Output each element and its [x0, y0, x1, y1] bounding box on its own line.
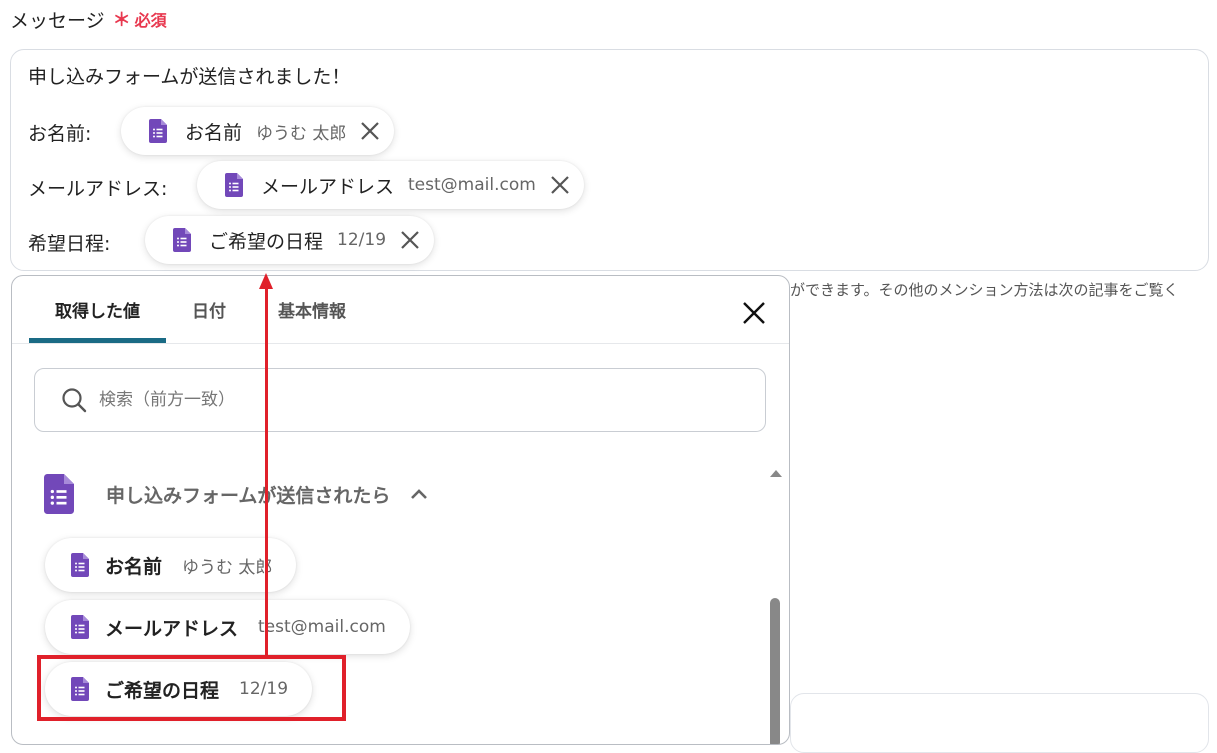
search-input[interactable]	[97, 389, 701, 411]
annotation-arrow-head	[259, 273, 273, 289]
google-forms-icon	[71, 553, 89, 577]
item-name: メールアドレス	[105, 617, 239, 640]
message-field-label-row: メッセージ ＊ 必須	[10, 5, 167, 33]
google-forms-icon	[225, 173, 243, 197]
close-icon[interactable]	[739, 298, 769, 328]
google-forms-icon	[71, 615, 89, 639]
group-header[interactable]: 申し込みフォームが送信されたら	[44, 474, 428, 514]
google-forms-icon	[149, 119, 167, 143]
chip-name: ご希望の日程	[209, 230, 324, 253]
close-icon[interactable]	[550, 175, 570, 195]
item-value: ゆうむ 太郎	[182, 557, 273, 578]
google-forms-icon	[173, 228, 191, 252]
mention-chip-name[interactable]: お名前 ゆうむ 太郎	[121, 107, 395, 155]
mention-chip-email[interactable]: メールアドレス test@mail.com	[197, 161, 584, 209]
chip-value: ゆうむ 太郎	[256, 123, 347, 144]
row-label-email: メールアドレス:	[28, 178, 168, 200]
close-icon[interactable]	[400, 230, 420, 250]
search-icon	[62, 388, 87, 413]
chip-name: メールアドレス	[261, 175, 395, 198]
chip-value: test@mail.com	[408, 175, 536, 195]
tab-acquired-values[interactable]: 取得した値	[29, 276, 166, 343]
tab-date[interactable]: 日付	[166, 276, 252, 343]
annotation-arrow-line	[265, 286, 268, 657]
message-line-1: 申し込みフォームが送信されました！	[28, 66, 351, 88]
next-field-box[interactable]	[790, 693, 1209, 753]
field-label: メッセージ	[10, 9, 105, 32]
annotation-highlight-box	[37, 655, 346, 721]
row-label-name: お名前:	[28, 123, 92, 145]
message-textarea[interactable]: 申し込みフォームが送信されました！ お名前: お名前 ゆうむ 太郎 メールアドレ…	[10, 49, 1209, 271]
google-forms-icon	[44, 474, 74, 514]
tab-bar: 取得した値 日付 基本情報	[29, 276, 372, 343]
helper-text: ができます。その他のメンション方法は次の記事をご覧く	[790, 281, 1179, 299]
item-value: test@mail.com	[258, 617, 386, 637]
search-field[interactable]	[34, 368, 766, 432]
scrollbar-thumb[interactable]	[770, 598, 780, 744]
mention-chip-date[interactable]: ご希望の日程 12/19	[145, 216, 435, 264]
required-badge: 必須	[134, 11, 167, 30]
group-title: 申し込みフォームが送信されたら	[106, 484, 391, 507]
required-star: ＊	[112, 10, 131, 31]
chip-name: お名前	[185, 121, 243, 144]
scroll-up-arrow-icon[interactable]	[769, 463, 783, 482]
chip-value: 12/19	[337, 230, 387, 250]
tabs-divider	[12, 343, 789, 344]
close-icon[interactable]	[360, 121, 380, 141]
value-item-name[interactable]: お名前 ゆうむ 太郎	[45, 538, 297, 592]
item-name: お名前	[105, 555, 163, 578]
value-item-email[interactable]: メールアドレス test@mail.com	[45, 600, 410, 654]
row-label-date: 希望日程:	[28, 233, 111, 255]
chevron-up-icon[interactable]	[410, 488, 428, 500]
